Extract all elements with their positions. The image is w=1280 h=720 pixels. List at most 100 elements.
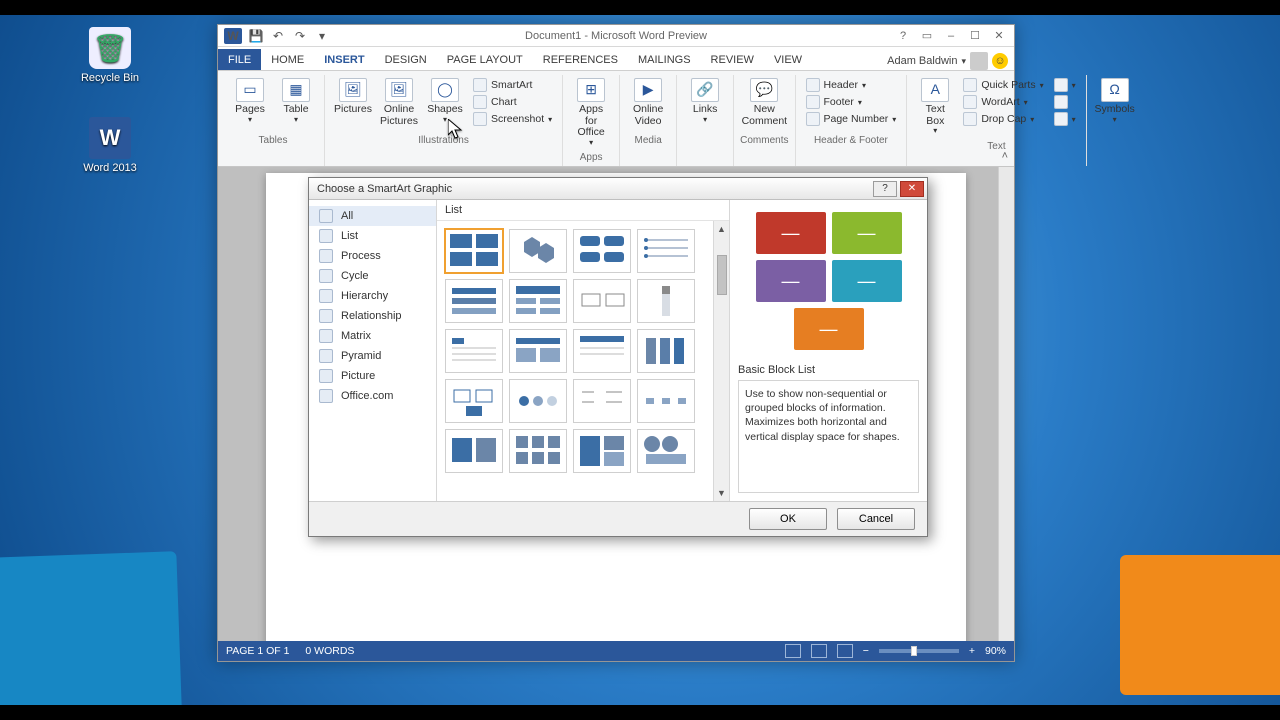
tab-file[interactable]: FILE	[218, 49, 261, 70]
close-button[interactable]: ✕	[990, 29, 1008, 43]
category-officecom[interactable]: Office.com	[309, 386, 436, 406]
page-number-button[interactable]: Page Number▾	[802, 111, 901, 127]
qat-customize-icon[interactable]: ▾	[314, 28, 330, 44]
date-time-button[interactable]	[1050, 94, 1080, 110]
thumb-item[interactable]	[573, 379, 631, 423]
cancel-button[interactable]: Cancel	[837, 508, 915, 530]
scroll-up-icon[interactable]: ▲	[714, 221, 729, 237]
maximize-button[interactable]: ☐	[966, 29, 984, 43]
thumb-item[interactable]	[573, 229, 631, 273]
feedback-icon[interactable]: ☺	[992, 53, 1008, 69]
ribbon-options-icon[interactable]: ▭	[918, 29, 936, 43]
quick-parts-button[interactable]: Quick Parts▾	[959, 77, 1047, 93]
thumb-item[interactable]	[637, 429, 695, 473]
zoom-thumb[interactable]	[911, 646, 917, 656]
thumb-basic-block-list[interactable]	[445, 229, 503, 273]
category-picture[interactable]: Picture	[309, 366, 436, 386]
save-icon[interactable]: 💾	[248, 28, 264, 44]
category-list[interactable]: List	[309, 226, 436, 246]
category-hierarchy[interactable]: Hierarchy	[309, 286, 436, 306]
thumb-item[interactable]	[445, 379, 503, 423]
footer-button[interactable]: Footer▾	[802, 94, 901, 110]
chevron-down-icon: ▾	[1040, 81, 1044, 90]
dialog-titlebar[interactable]: Choose a SmartArt Graphic ? ✕	[309, 178, 927, 200]
dialog-help-button[interactable]: ?	[873, 181, 897, 197]
titlebar[interactable]: W 💾 ↶ ↷ ▾ Document1 - Microsoft Word Pre…	[218, 25, 1014, 47]
thumb-item[interactable]	[637, 329, 695, 373]
thumb-item[interactable]	[509, 329, 567, 373]
thumb-item[interactable]	[509, 279, 567, 323]
scroll-down-icon[interactable]: ▼	[714, 485, 729, 501]
user-area[interactable]: Adam Baldwin ▾ ☺	[887, 52, 1014, 70]
status-page[interactable]: PAGE 1 OF 1	[226, 645, 289, 657]
thumb-item[interactable]	[573, 279, 631, 323]
object-button[interactable]: ▾	[1050, 111, 1080, 127]
zoom-out-button[interactable]: −	[863, 645, 869, 657]
redo-icon[interactable]: ↷	[292, 28, 308, 44]
dialog-close-button[interactable]: ✕	[900, 181, 924, 197]
zoom-in-button[interactable]: +	[969, 645, 975, 657]
chart-button[interactable]: Chart	[469, 94, 556, 110]
vertical-scrollbar[interactable]	[998, 167, 1014, 641]
shapes-button[interactable]: ◯Shapes▾	[423, 75, 467, 127]
group-label	[1113, 133, 1116, 149]
thumb-item[interactable]	[509, 429, 567, 473]
minimize-button[interactable]: –	[942, 29, 960, 43]
links-button[interactable]: 🔗Links▾	[683, 75, 727, 127]
screenshot-button[interactable]: Screenshot▾	[469, 111, 556, 127]
desktop-icon-word[interactable]: W Word 2013	[70, 117, 150, 174]
thumb-item[interactable]	[637, 229, 695, 273]
category-process[interactable]: Process	[309, 246, 436, 266]
new-comment-button[interactable]: 💬New Comment	[742, 75, 786, 130]
online-pictures-button[interactable]: 🖼Online Pictures	[377, 75, 421, 130]
category-pyramid[interactable]: Pyramid	[309, 346, 436, 366]
category-relationship[interactable]: Relationship	[309, 306, 436, 326]
tab-mailings[interactable]: MAILINGS	[628, 49, 701, 70]
status-words[interactable]: 0 WORDS	[305, 645, 354, 657]
symbols-button[interactable]: ΩSymbols▾	[1093, 75, 1137, 127]
category-all[interactable]: All	[309, 206, 436, 226]
pictures-button[interactable]: 🖼Pictures	[331, 75, 375, 119]
drop-cap-button[interactable]: Drop Cap▾	[959, 111, 1047, 127]
user-name: Adam Baldwin	[887, 55, 957, 67]
thumb-item[interactable]	[637, 279, 695, 323]
tab-page-layout[interactable]: PAGE LAYOUT	[437, 49, 533, 70]
signature-line-button[interactable]: ▾	[1050, 77, 1080, 93]
thumb-item[interactable]	[445, 429, 503, 473]
thumb-item[interactable]	[509, 229, 567, 273]
table-button[interactable]: ▦Table▾	[274, 75, 318, 127]
desktop-icon-recycle-bin[interactable]: 🗑 Recycle Bin	[70, 27, 150, 84]
gallery-scrollbar[interactable]: ▲ ▼	[713, 221, 729, 501]
ok-button[interactable]: OK	[749, 508, 827, 530]
wordart-button[interactable]: WordArt▾	[959, 94, 1047, 110]
tab-home[interactable]: HOME	[261, 49, 314, 70]
zoom-slider[interactable]	[879, 649, 959, 653]
apps-for-office-button[interactable]: ⊞Apps for Office▾	[569, 75, 613, 150]
thumb-item[interactable]	[509, 379, 567, 423]
text-box-button[interactable]: AText Box▾	[913, 75, 957, 139]
tab-design[interactable]: DESIGN	[375, 49, 437, 70]
tab-insert[interactable]: INSERT	[314, 49, 374, 70]
thumb-item[interactable]	[445, 279, 503, 323]
zoom-value[interactable]: 90%	[985, 645, 1006, 657]
print-layout-icon[interactable]	[811, 644, 827, 658]
tab-view[interactable]: VIEW	[764, 49, 812, 70]
pages-button[interactable]: ▭Pages▾	[228, 75, 272, 127]
thumb-item[interactable]	[573, 329, 631, 373]
online-video-button[interactable]: ▶Online Video	[626, 75, 670, 130]
help-icon[interactable]: ?	[894, 29, 912, 43]
web-layout-icon[interactable]	[837, 644, 853, 658]
scroll-thumb[interactable]	[717, 255, 727, 295]
undo-icon[interactable]: ↶	[270, 28, 286, 44]
tab-references[interactable]: REFERENCES	[533, 49, 628, 70]
header-button[interactable]: Header▾	[802, 77, 901, 93]
thumb-item[interactable]	[573, 429, 631, 473]
collapse-ribbon-icon[interactable]: ˄	[1002, 150, 1008, 162]
category-matrix[interactable]: Matrix	[309, 326, 436, 346]
thumb-item[interactable]	[637, 379, 695, 423]
smartart-button[interactable]: SmartArt	[469, 77, 556, 93]
category-cycle[interactable]: Cycle	[309, 266, 436, 286]
thumb-item[interactable]	[445, 329, 503, 373]
tab-review[interactable]: REVIEW	[701, 49, 764, 70]
read-mode-icon[interactable]	[785, 644, 801, 658]
